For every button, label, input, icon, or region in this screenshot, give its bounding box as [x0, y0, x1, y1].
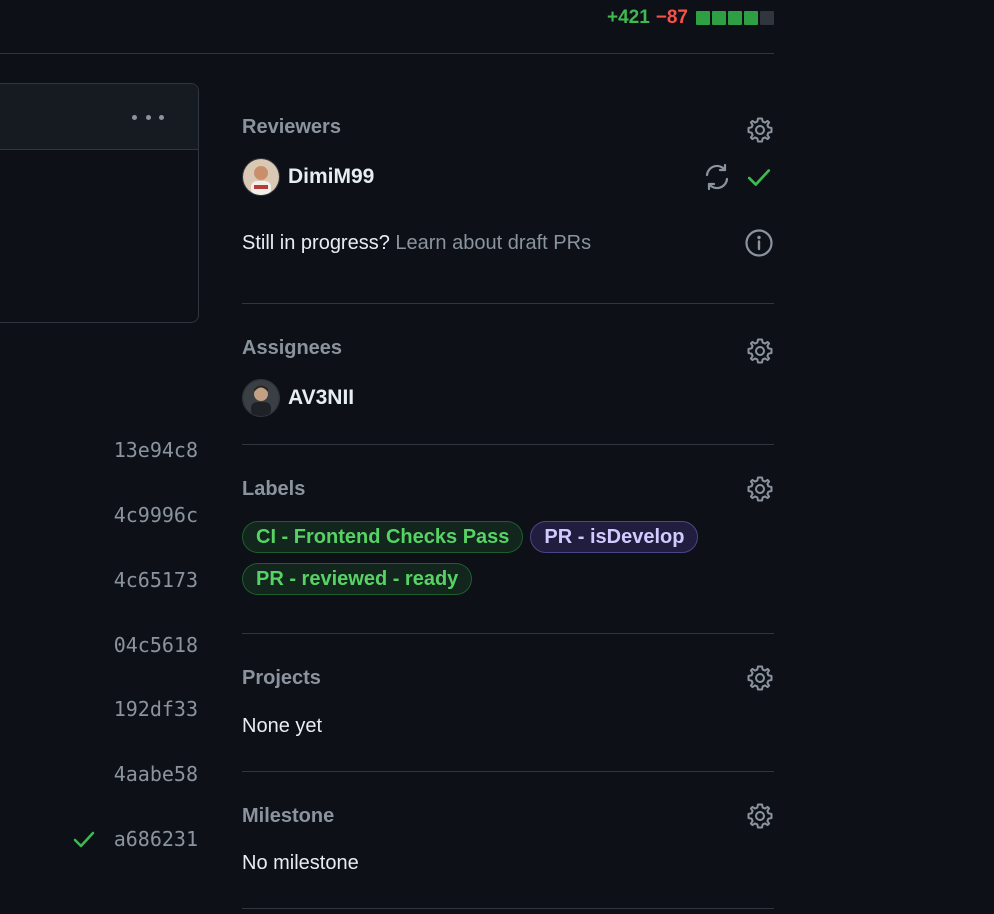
diff-block-added	[728, 11, 742, 25]
milestone-section: Milestone No milestone	[242, 802, 774, 874]
commit-sha[interactable]: a686231	[114, 827, 198, 851]
labels-title[interactable]: Labels	[242, 478, 774, 501]
section-divider	[242, 303, 774, 304]
gear-icon[interactable]	[746, 802, 774, 830]
commit-sha[interactable]: 4c65173	[114, 568, 198, 592]
diff-stat-blocks	[696, 11, 774, 25]
section-divider	[242, 633, 774, 634]
section-divider	[242, 771, 774, 772]
label-pr-reviewed-ready[interactable]: PR - reviewed - ready	[242, 563, 473, 595]
check-icon	[73, 831, 95, 848]
labels-list: CI - Frontend Checks Pass PR - isDevelop…	[242, 521, 774, 595]
commit-sha[interactable]: 192df33	[114, 697, 198, 721]
milestone-title[interactable]: Milestone	[242, 805, 774, 828]
comment-card-header	[0, 84, 198, 150]
learn-draft-prs-link[interactable]: Learn about draft PRs	[395, 232, 591, 254]
section-divider	[242, 444, 774, 445]
assignees-title[interactable]: Assignees	[242, 337, 774, 360]
gear-icon[interactable]	[746, 116, 774, 144]
assignee-name: AV3NII	[288, 386, 355, 409]
projects-title[interactable]: Projects	[242, 667, 774, 690]
commit-sha[interactable]: 13e94c8	[114, 438, 198, 462]
diff-block-added	[696, 11, 710, 25]
section-divider	[242, 908, 774, 909]
sync-icon[interactable]	[702, 162, 732, 192]
milestone-value: No milestone	[242, 852, 359, 874]
additions-count: +421	[606, 7, 650, 28]
avatar	[242, 158, 280, 196]
assignees-section: Assignees AV3NII	[242, 337, 774, 417]
draft-hint: Still in progress? Learn about draft PRs	[242, 232, 591, 255]
commit-sha[interactable]: 4c9996c	[114, 503, 198, 527]
diff-stat: +421 −87	[607, 7, 774, 29]
diff-block-added	[744, 11, 758, 25]
labels-section: Labels CI - Frontend Checks Pass PR - is…	[242, 475, 774, 595]
avatar	[242, 379, 280, 417]
comment-card	[0, 83, 199, 323]
reviewers-title[interactable]: Reviewers	[242, 116, 774, 139]
gear-icon[interactable]	[746, 664, 774, 692]
reviewers-section: Reviewers DimiM99 Still in progress? Lea…	[242, 116, 774, 257]
reviewer-name: DimiM99	[288, 165, 375, 188]
assignee-item[interactable]: AV3NII	[242, 379, 354, 417]
reviewer-item[interactable]: DimiM99	[242, 158, 374, 196]
diff-block-neutral	[760, 11, 774, 25]
gear-icon[interactable]	[746, 475, 774, 503]
projects-value: None yet	[242, 715, 323, 737]
label-pr-isdevelop[interactable]: PR - isDevelop	[530, 521, 699, 553]
diff-block-added	[712, 11, 726, 25]
header-divider	[0, 53, 774, 54]
deletions-count: −87	[655, 7, 688, 28]
info-icon[interactable]	[744, 228, 774, 258]
gear-icon[interactable]	[746, 337, 774, 365]
kebab-horizontal-icon[interactable]	[132, 113, 164, 121]
projects-section: Projects None yet	[242, 664, 774, 737]
commit-sha[interactable]: 04c5618	[114, 633, 198, 657]
commit-sha[interactable]: 4aabe58	[114, 762, 198, 786]
check-icon	[747, 169, 771, 186]
draft-prompt: Still in progress?	[242, 232, 390, 254]
label-ci-frontend-checks-pass[interactable]: CI - Frontend Checks Pass	[242, 521, 524, 553]
